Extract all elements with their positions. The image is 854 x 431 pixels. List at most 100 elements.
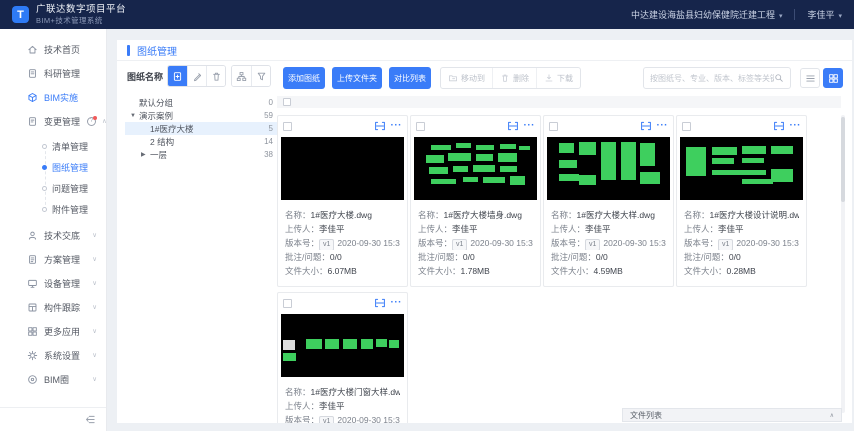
drawing-card: ···名称：1#医疗大楼墙身.dwg上传人：李佳平版本号：v12020-09-3…	[410, 115, 541, 287]
card-name: 1#医疗大楼墙身.dwg	[444, 210, 522, 220]
page-title[interactable]: 图纸管理	[137, 43, 177, 58]
compare-icon[interactable]	[507, 120, 519, 132]
compare-icon[interactable]	[374, 297, 386, 309]
sidebar-item-settings[interactable]: 系统设置∨	[0, 343, 106, 367]
sidebar-item-home[interactable]: 技术首页	[0, 37, 106, 61]
card-detail-line: 名称：1#医疗大楼设计说明.dwg	[684, 208, 799, 222]
card-checkbox[interactable]	[682, 122, 691, 131]
user-menu[interactable]: 李佳平▾	[807, 8, 842, 21]
filter-tree-button[interactable]	[251, 66, 270, 86]
sidebar-item-bim-circle[interactable]: BIM圈∨	[0, 367, 106, 391]
compare-icon[interactable]	[640, 120, 652, 132]
collapse-sidebar-icon[interactable]	[85, 414, 96, 425]
move-to-button[interactable]: 移动到	[441, 68, 492, 88]
card-toolbar: 添加图纸 上传文件夹 对比列表 移动到 删除 下载	[277, 67, 845, 89]
sidebar-item-plan[interactable]: 方案管理∨	[0, 247, 106, 271]
download-button[interactable]: 下载	[536, 68, 580, 88]
thumbnail-shape	[601, 142, 616, 180]
thumbnail-shape	[306, 339, 322, 348]
expand-tree-button[interactable]	[232, 66, 251, 86]
field-label: 文件大小：	[418, 266, 461, 276]
field-label: 名称：	[551, 210, 577, 220]
delete-button[interactable]: 删除	[492, 68, 536, 88]
card-checkbox[interactable]	[549, 122, 558, 131]
field-label: 名称：	[418, 210, 444, 220]
search-icon[interactable]	[774, 73, 784, 83]
tree-node[interactable]: 2 结构14	[125, 135, 277, 148]
caret-right-icon: ▶	[141, 151, 150, 158]
edit-icon	[192, 71, 203, 82]
more-actions-icon[interactable]: ···	[790, 121, 802, 131]
card-checkbox[interactable]	[283, 299, 292, 308]
card-checkbox[interactable]	[416, 122, 425, 131]
sidebar-subitem[interactable]: 清单管理	[0, 136, 106, 157]
thumbnail-shape	[325, 339, 339, 348]
field-label: 版本号：	[285, 415, 319, 423]
vertical-scrollbar[interactable]	[841, 115, 845, 413]
tree-edit-group	[167, 65, 226, 87]
card-detail-line: 批注/问题：0/0	[285, 250, 400, 264]
sidebar-subitem-label: 问题管理	[52, 182, 88, 195]
delete-group-button[interactable]	[206, 66, 225, 86]
tree-node[interactable]: ▼演示案例59	[125, 109, 277, 122]
more-actions-icon[interactable]: ···	[524, 121, 536, 131]
sidebar-subitem[interactable]: 图纸管理	[0, 157, 106, 178]
sidebar-item-disclosure[interactable]: 技术交底∨	[0, 223, 106, 247]
filter-icon	[256, 71, 267, 82]
sidebar-item-apps[interactable]: 更多应用∨	[0, 319, 106, 343]
upload-folder-button[interactable]: 上传文件夹	[332, 67, 382, 89]
sidebar-subitem-label: 附件管理	[52, 203, 88, 216]
add-group-button[interactable]	[168, 66, 187, 86]
more-actions-icon[interactable]: ···	[391, 298, 403, 308]
version-time: 2020-09-30 15:37:29	[470, 238, 533, 248]
drawing-card: ···名称：1#医疗大楼.dwg上传人：李佳平版本号：v12020-09-30 …	[277, 115, 408, 287]
card-details: 名称：1#医疗大楼设计说明.dwg上传人：李佳平版本号：v12020-09-30…	[677, 200, 806, 278]
more-actions-icon[interactable]: ···	[657, 121, 669, 131]
title-accent-bar	[127, 45, 130, 56]
trash-icon	[211, 71, 222, 82]
thumbnail-shape	[429, 167, 449, 173]
sidebar-item-device[interactable]: 设备管理∨	[0, 271, 106, 295]
tree-node[interactable]: ▶一层38	[125, 148, 277, 161]
card-detail-line: 名称：1#医疗大楼墙身.dwg	[418, 208, 533, 222]
compare-icon[interactable]	[773, 120, 785, 132]
compare-icon[interactable]	[374, 120, 386, 132]
scrollbar-thumb[interactable]	[841, 117, 845, 202]
project-selector[interactable]: 中达建设海盐县妇幼保健院迁建工程▾	[631, 8, 783, 21]
sidebar-item-label: BIM实施	[44, 91, 78, 104]
file-list-label: 文件列表	[630, 410, 662, 421]
add-drawing-button[interactable]: 添加图纸	[283, 67, 325, 89]
sidebar-item-component[interactable]: 构件跟踪∨	[0, 295, 106, 319]
select-all-checkbox[interactable]	[283, 98, 291, 106]
bullet-icon	[42, 144, 47, 149]
card-detail-line: 批注/问题：0/0	[684, 250, 799, 264]
sidebar-subitem[interactable]: 附件管理	[0, 199, 106, 220]
chevron-down-icon: ∨	[92, 327, 97, 335]
compare-list-button[interactable]: 对比列表	[389, 67, 431, 89]
project-name: 中达建设海盐县妇幼保健院迁建工程	[631, 10, 775, 20]
list-view-toggle[interactable]	[800, 68, 820, 88]
field-label: 文件大小：	[684, 266, 727, 276]
sidebar-item-bim[interactable]: BIM实施	[0, 85, 106, 109]
search-input[interactable]	[650, 74, 774, 83]
card-checkbox[interactable]	[283, 122, 292, 131]
sidebar-submenu: 清单管理图纸管理问题管理附件管理	[0, 133, 106, 223]
version-badge: v1	[718, 239, 733, 250]
tree-node[interactable]: 默认分组0	[125, 96, 277, 109]
add-file-icon	[172, 71, 183, 82]
rename-group-button[interactable]	[187, 66, 206, 86]
card-notes: 0/0	[463, 252, 475, 262]
bullet-icon	[42, 186, 47, 191]
more-actions-icon[interactable]: ···	[391, 121, 403, 131]
sidebar-subitem-label: 清单管理	[52, 140, 88, 153]
card-uploader: 李佳平	[319, 224, 345, 234]
tree-node[interactable]: 1#医疗大楼5	[125, 122, 277, 135]
drawing-card: ···名称：1#医疗大楼大样.dwg上传人：李佳平版本号：v12020-09-3…	[543, 115, 674, 287]
sidebar-subitem[interactable]: 问题管理	[0, 178, 106, 199]
list-view-icon	[805, 73, 816, 84]
sidebar-item-change[interactable]: 变更管理?∧	[0, 109, 106, 133]
sidebar-item-research[interactable]: 科研管理	[0, 61, 106, 85]
thumbnail-shape	[453, 166, 468, 172]
grid-view-toggle[interactable]	[823, 68, 843, 88]
file-list-drawer[interactable]: 文件列表 ∧	[622, 408, 842, 422]
